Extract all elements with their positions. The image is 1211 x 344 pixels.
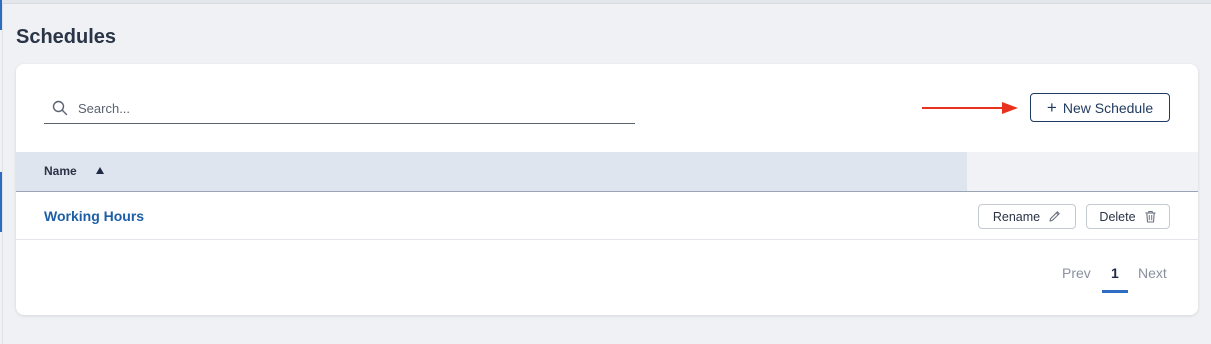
page-title: Schedules bbox=[16, 26, 117, 48]
rename-button[interactable]: Rename bbox=[978, 204, 1076, 229]
nav-accent-mid bbox=[0, 172, 2, 232]
nav-accent-top bbox=[0, 0, 2, 30]
pagination-page-1[interactable]: 1 bbox=[1111, 265, 1119, 281]
arrow-right-icon bbox=[922, 102, 1018, 114]
top-rule bbox=[0, 0, 1211, 4]
search-input[interactable] bbox=[78, 98, 628, 118]
search-field[interactable] bbox=[44, 94, 635, 124]
schedules-card: + New Schedule Name Working Hours Rename… bbox=[16, 64, 1198, 315]
search-icon bbox=[52, 100, 68, 116]
column-header-name[interactable]: Name bbox=[16, 152, 967, 191]
table-header: Name bbox=[16, 152, 1198, 192]
trash-icon bbox=[1145, 210, 1156, 223]
schedule-name-link[interactable]: Working Hours bbox=[44, 208, 144, 224]
new-schedule-button[interactable]: + New Schedule bbox=[1030, 93, 1170, 122]
delete-button[interactable]: Delete bbox=[1086, 204, 1170, 229]
new-schedule-label: New Schedule bbox=[1062, 99, 1154, 116]
delete-label: Delete bbox=[1099, 209, 1136, 224]
sort-ascending-icon[interactable] bbox=[96, 167, 104, 174]
plus-icon: + bbox=[1046, 98, 1057, 117]
pagination-next[interactable]: Next bbox=[1138, 265, 1167, 281]
pagination-active-indicator bbox=[1102, 290, 1128, 293]
pencil-icon bbox=[1049, 211, 1060, 222]
left-rule bbox=[2, 4, 3, 344]
pagination-prev[interactable]: Prev bbox=[1062, 265, 1091, 281]
rename-label: Rename bbox=[992, 209, 1041, 224]
column-name-label: Name bbox=[44, 164, 77, 178]
table-row: Working Hours Rename Delete bbox=[16, 192, 1198, 240]
